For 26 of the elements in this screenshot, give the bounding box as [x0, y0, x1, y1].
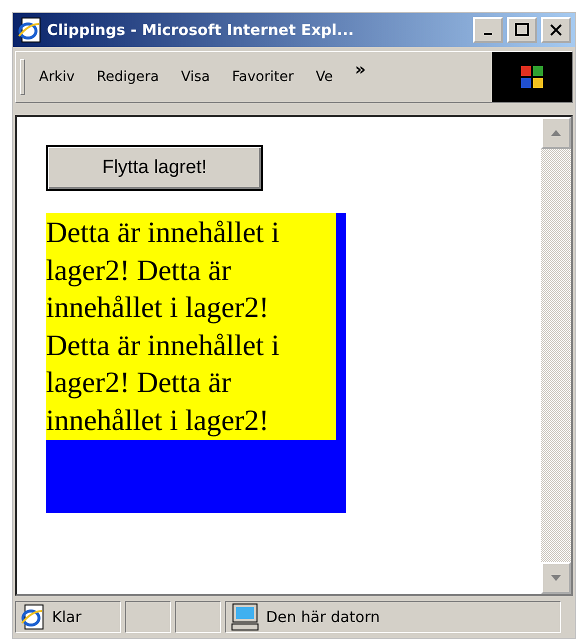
- scroll-up-icon[interactable]: [541, 117, 571, 149]
- scroll-down-icon[interactable]: [541, 562, 571, 594]
- toolbar-grip[interactable]: [20, 59, 25, 95]
- close-button[interactable]: [541, 17, 571, 43]
- status-panel: [175, 601, 221, 633]
- computer-icon: [230, 603, 260, 631]
- close-icon: [549, 23, 563, 37]
- menu-item[interactable]: Arkiv: [39, 69, 75, 85]
- layer-text: Detta är innehållet i lager2! Detta är innehållet i lager2! Detta är innehållet i lager2! Detta är innehållet i lager2!: [46, 213, 336, 440]
- status-text: Klar: [52, 608, 82, 626]
- minimize-icon: [484, 33, 492, 35]
- vertical-scrollbar[interactable]: [541, 117, 571, 594]
- page-icon: [17, 16, 43, 44]
- menu-item[interactable]: Visa: [180, 69, 210, 85]
- menu-item[interactable]: Ve: [316, 69, 333, 85]
- menu-overflow-button[interactable]: »: [354, 60, 366, 80]
- maximize-button[interactable]: [507, 17, 537, 43]
- move-layer-button[interactable]: Flytta lagret!: [46, 145, 263, 191]
- menu-item[interactable]: Favoriter: [232, 69, 294, 85]
- page-icon: [20, 603, 46, 631]
- status-panel: [125, 601, 171, 633]
- maximize-icon: [515, 23, 529, 37]
- window-title: Clippings - Microsoft Internet Expl...: [47, 21, 355, 39]
- zone-text: Den här datorn: [266, 608, 380, 626]
- menu-item[interactable]: Redigera: [96, 69, 159, 85]
- minimize-button[interactable]: [473, 17, 503, 43]
